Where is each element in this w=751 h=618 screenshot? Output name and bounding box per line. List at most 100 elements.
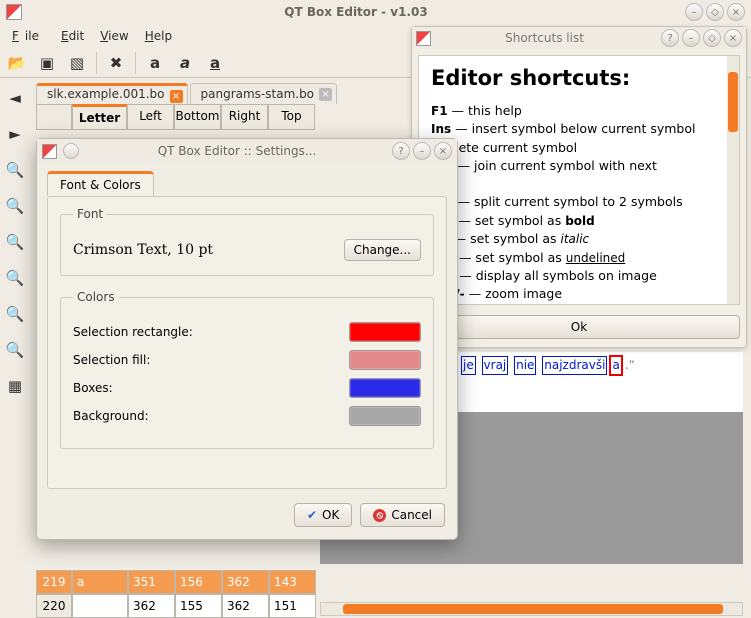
zoom-in2-icon[interactable]: 🔍 xyxy=(5,196,25,216)
settings-titlebar: QT Box Editor :: Settings... ? – × xyxy=(37,139,457,163)
minimize-button[interactable]: – xyxy=(685,3,703,21)
shortcut-line: + H — display all symbols on image xyxy=(431,267,727,285)
color-label: Background: xyxy=(73,409,149,423)
box-word[interactable]: je xyxy=(461,356,476,375)
cancel-icon: ⦸ xyxy=(373,509,386,522)
ok-button[interactable]: ✔OK xyxy=(294,503,352,527)
shortcut-line: + +/- — zoom image xyxy=(431,285,727,303)
minimize-button[interactable]: – xyxy=(682,29,700,47)
close-button[interactable]: × xyxy=(724,29,742,47)
menu-help[interactable]: Help xyxy=(139,27,178,45)
tab-font-colors[interactable]: Font & Colors xyxy=(47,171,154,196)
col-right[interactable]: Right xyxy=(221,104,268,130)
col-top[interactable]: Top xyxy=(268,104,315,130)
col-bottom[interactable]: Bottom xyxy=(174,104,221,130)
color-row-sel-rect: Selection rectangle: xyxy=(73,322,421,342)
cancel-button[interactable]: ⦸Cancel xyxy=(360,503,445,527)
box-word[interactable]: nie xyxy=(514,356,536,375)
color-row-sel-fill: Selection fill: xyxy=(73,350,421,370)
color-label: Selection fill: xyxy=(73,353,150,367)
color-row-background: Background: xyxy=(73,406,421,426)
underline-icon[interactable]: a xyxy=(202,50,228,76)
check-icon: ✔ xyxy=(307,508,317,522)
close-button[interactable]: × xyxy=(727,3,745,21)
color-swatch-boxes[interactable] xyxy=(349,378,421,398)
shortcuts-panel: Shortcuts list ? – ◇ × Editor shortcuts:… xyxy=(411,26,747,348)
shortcut-line: + B — set symbol as bold xyxy=(431,212,727,230)
page-text-snippet: je vraj nie najzdravšia.“ xyxy=(461,355,741,376)
color-label: Selection rectangle: xyxy=(73,325,193,339)
shortcut-line: Ins — insert symbol below current symbol xyxy=(431,120,727,138)
app-icon xyxy=(6,4,22,20)
settings-panel: Font Crimson Text, 10 pt Change... Color… xyxy=(47,196,447,489)
table-header: Letter Left Bottom Right Top xyxy=(36,104,315,130)
shortcuts-body: Editor shortcuts: F1 — this helpIns — in… xyxy=(418,55,740,305)
app-icon xyxy=(42,144,57,159)
menu-edit[interactable]: Edit xyxy=(55,27,90,45)
help-button[interactable]: ? xyxy=(661,29,679,47)
close-icon[interactable]: × xyxy=(170,90,183,103)
open-icon[interactable]: 📂 xyxy=(4,50,30,76)
shortcut-line: + U — set symbol as undelined xyxy=(431,249,727,267)
col-left[interactable]: Left xyxy=(127,104,174,130)
menu-file[interactable]: File xyxy=(6,27,51,45)
shortcut-line: + 1 — join current symbol with next xyxy=(431,157,727,175)
save-icon[interactable]: ▣ xyxy=(34,50,60,76)
shortcut-line: - delete current symbol xyxy=(431,139,727,157)
font-name-label: Crimson Text, 10 pt xyxy=(73,242,213,258)
close-doc-icon[interactable]: ✖ xyxy=(103,50,129,76)
color-swatch-sel-fill[interactable] xyxy=(349,350,421,370)
document-tabs: slk.example.001.bo × pangrams-stam.bo × xyxy=(36,78,337,104)
tab-doc-1[interactable]: slk.example.001.bo × xyxy=(36,83,188,104)
close-icon[interactable]: × xyxy=(319,88,332,101)
help-button[interactable]: ? xyxy=(392,142,410,160)
vertical-scrollbar[interactable] xyxy=(727,56,739,304)
zoom-in-icon[interactable]: 🔍 xyxy=(5,160,25,180)
app-icon xyxy=(416,31,431,46)
table-rows: 219 a 351 156 362 143 220 362 155 362 15… xyxy=(36,570,316,618)
maximize-button[interactable]: ◇ xyxy=(703,29,721,47)
color-label: Boxes: xyxy=(73,381,113,395)
shortcut-line: + 2 — split current symbol to 2 symbols xyxy=(431,193,727,211)
saveas-icon[interactable]: ▧ xyxy=(64,50,90,76)
zoom-fit-icon[interactable]: 🔍 xyxy=(5,304,25,324)
ok-button[interactable]: Ok xyxy=(418,315,740,339)
col-letter[interactable]: Letter xyxy=(72,104,127,130)
color-swatch-background[interactable] xyxy=(349,406,421,426)
window-title: QT Box Editor - v1.03 xyxy=(30,5,682,19)
selected-box[interactable]: a xyxy=(609,355,622,376)
colors-fieldset: Colors Selection rectangle:Selection fil… xyxy=(60,290,434,449)
italic-icon[interactable]: a xyxy=(172,50,198,76)
scrollbar-thumb[interactable] xyxy=(728,72,738,132)
settings-dialog: QT Box Editor :: Settings... ? – × Font … xyxy=(36,138,458,540)
scrollbar-thumb[interactable] xyxy=(343,604,723,614)
arrow-right-icon[interactable]: ► xyxy=(5,124,25,144)
zoom-in3-icon[interactable]: 🔍 xyxy=(5,232,25,252)
box-word[interactable]: vraj xyxy=(482,356,509,375)
font-fieldset: Font Crimson Text, 10 pt Change... xyxy=(60,207,434,276)
table-row[interactable]: 220 362 155 362 151 xyxy=(36,594,316,618)
zoom-orig-icon[interactable]: 🔍 xyxy=(5,268,25,288)
box-word[interactable]: najzdravši xyxy=(542,356,607,375)
menu-view[interactable]: View xyxy=(94,27,134,45)
left-toolstrip: ◄ ► 🔍 🔍 🔍 🔍 🔍 🔍 ▦ xyxy=(0,78,30,396)
arrow-left-icon[interactable]: ◄ xyxy=(5,88,25,108)
color-swatch-sel-rect[interactable] xyxy=(349,322,421,342)
maximize-button[interactable]: ◇ xyxy=(706,3,724,21)
zoom-plus-icon[interactable]: 🔍 xyxy=(5,340,25,360)
shortcut-line: F1 — this help xyxy=(431,102,727,120)
horizontal-scrollbar[interactable] xyxy=(320,602,743,616)
close-button[interactable]: × xyxy=(434,142,452,160)
shortcut-line: + * — zoom image to original scale xyxy=(431,304,727,305)
change-font-button[interactable]: Change... xyxy=(344,239,421,261)
shortcut-line: + I — set symbol as italic xyxy=(431,230,727,248)
minimize-button[interactable]: – xyxy=(413,142,431,160)
color-row-boxes: Boxes: xyxy=(73,378,421,398)
shortcuts-heading: Editor shortcuts: xyxy=(431,66,727,90)
main-titlebar: QT Box Editor - v1.03 – ◇ × xyxy=(0,0,751,24)
bold-icon[interactable]: a xyxy=(142,50,168,76)
tab-doc-2[interactable]: pangrams-stam.bo × xyxy=(190,83,338,104)
attach-icon[interactable] xyxy=(63,143,79,159)
table-row[interactable]: 219 a 351 156 362 143 xyxy=(36,570,316,594)
grid-icon[interactable]: ▦ xyxy=(5,376,25,396)
